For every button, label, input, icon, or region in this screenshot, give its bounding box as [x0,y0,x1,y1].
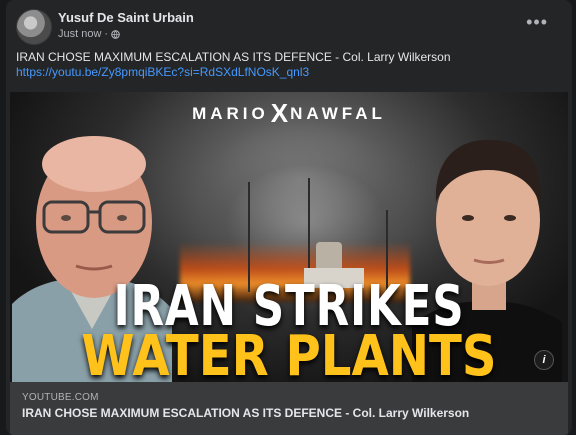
post-card: Yusuf De Saint Urbain Just now · ••• IRA… [6,0,572,435]
water-tower [316,242,342,270]
post-header: Yusuf De Saint Urbain Just now · ••• [16,9,562,45]
post-text: IRAN CHOSE MAXIMUM ESCALATION AS ITS DEF… [16,50,451,64]
link-title[interactable]: IRAN CHOSE MAXIMUM ESCALATION AS ITS DEF… [22,406,469,420]
post-body: IRAN CHOSE MAXIMUM ESCALATION AS ITS DEF… [16,50,562,80]
info-icon[interactable]: i [534,350,554,370]
link-preview-image[interactable]: MARIOX NAWFAL IRAN STRIKES WATER PLANTS i [10,92,568,382]
headline-line-2: WATER PLANTS [81,324,497,382]
logo-left-text: MARIO [192,104,269,123]
avatar[interactable] [16,9,52,45]
logo-right-text: NAWFAL [290,104,386,123]
timestamp[interactable]: Just now [58,28,101,40]
post-link[interactable]: https://youtu.be/Zy8pmqiBKEc?si=RdSXdLfN… [16,65,562,80]
meta-separator: · [104,28,109,40]
globe-icon[interactable] [111,29,120,39]
link-preview-footer[interactable]: YOUTUBE.COM IRAN CHOSE MAXIMUM ESCALATIO… [10,382,568,435]
post-meta: Just now · [58,28,120,40]
link-domain: YOUTUBE.COM [22,392,99,403]
more-options-button[interactable]: ••• [526,13,548,31]
author-name[interactable]: Yusuf De Saint Urbain [58,10,194,25]
logo-x-mark: X [270,98,289,128]
